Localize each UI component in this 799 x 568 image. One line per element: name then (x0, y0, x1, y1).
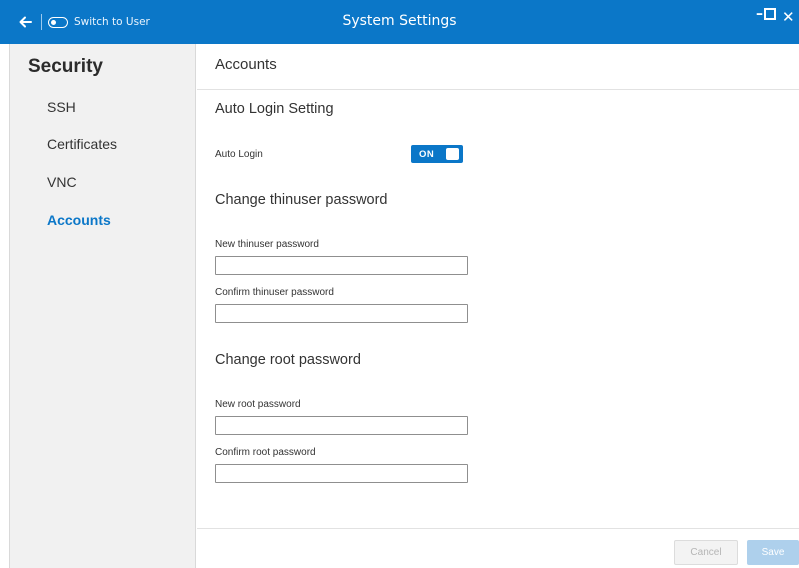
minimize-icon[interactable]: – (756, 6, 763, 26)
confirm-root-password-input[interactable] (215, 464, 468, 483)
sidebar-item-vnc[interactable]: VNC (47, 174, 77, 190)
maximize-icon[interactable] (764, 8, 776, 20)
save-button[interactable]: Save (747, 540, 799, 565)
header-divider (197, 89, 799, 90)
new-thinuser-password-input[interactable] (215, 256, 468, 275)
sidebar-item-certificates[interactable]: Certificates (47, 136, 117, 152)
footer-divider (197, 528, 799, 529)
confirm-thinuser-password-input[interactable] (215, 304, 468, 323)
toggle-knob (446, 148, 459, 160)
confirm-thinuser-password-label: Confirm thinuser password (215, 287, 334, 298)
new-root-password-input[interactable] (215, 416, 468, 435)
thinuser-section-title: Change thinuser password (215, 192, 388, 208)
sidebar-item-ssh[interactable]: SSH (47, 99, 76, 115)
close-icon[interactable]: ✕ (782, 8, 795, 28)
main-panel: Accounts Auto Login Setting Auto Login O… (197, 44, 799, 568)
page-title: Accounts (215, 56, 277, 73)
toggle-state-label: ON (419, 149, 435, 160)
sidebar-title: Security (28, 56, 103, 77)
sidebar: Security SSH Certificates VNC Accounts (9, 44, 196, 568)
confirm-root-password-label: Confirm root password (215, 447, 316, 458)
auto-login-toggle[interactable]: ON (411, 145, 463, 163)
auto-login-section-title: Auto Login Setting (215, 101, 334, 117)
window-title: System Settings (342, 13, 457, 29)
cancel-button[interactable]: Cancel (674, 540, 738, 565)
new-thinuser-password-label: New thinuser password (215, 239, 319, 250)
title-bar: Switch to User System Settings – ✕ (0, 0, 799, 44)
root-section-title: Change root password (215, 352, 361, 368)
new-root-password-label: New root password (215, 399, 301, 410)
auto-login-label: Auto Login (215, 149, 263, 160)
sidebar-item-accounts[interactable]: Accounts (47, 212, 111, 228)
